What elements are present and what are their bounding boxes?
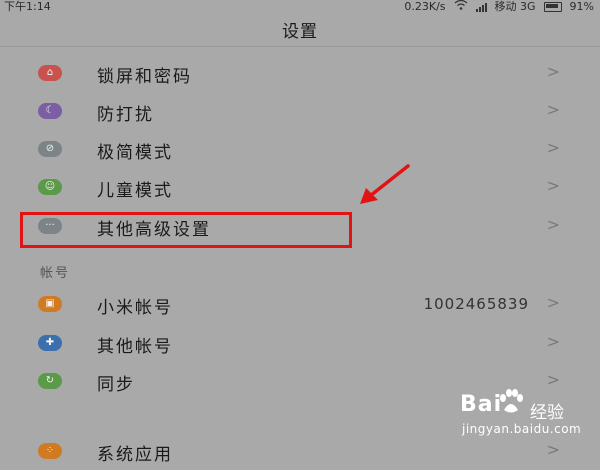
signal-icon [475, 2, 487, 12]
battery-icon [543, 2, 562, 12]
settings-row-other-accounts[interactable]: ✚ 其他帐号 > [0, 324, 600, 362]
row-label: 小米帐号 [97, 298, 173, 318]
chevron-right-icon: > [546, 176, 560, 195]
watermark-url: jingyan.baidu.com [462, 422, 582, 436]
section-header-accounts: 帐号 [40, 266, 71, 281]
minimal-mode-icon: ⊘ [38, 141, 62, 157]
row-label: 防打扰 [97, 105, 154, 125]
carrier-label: 移动 3G [494, 0, 536, 13]
moon-icon: ☾ [38, 103, 62, 119]
title-divider [0, 46, 600, 47]
mi-account-icon: ▣ [38, 296, 62, 312]
row-label: 其他帐号 [97, 337, 173, 357]
row-label: 锁屏和密码 [97, 67, 192, 87]
chevron-right-icon: > [546, 293, 560, 312]
watermark-subtitle: 经验 [530, 403, 564, 423]
page-title: 设置 [282, 22, 318, 42]
title-bar: 设置 [0, 14, 600, 46]
paw-icon [500, 389, 523, 413]
chevron-right-icon: > [546, 138, 560, 157]
row-label: 极简模式 [97, 143, 173, 163]
row-label: 儿童模式 [97, 181, 173, 201]
chevron-right-icon: > [546, 62, 560, 81]
baidu-watermark: Bai 经验 jingyan.baidu.com [460, 382, 600, 442]
other-account-icon: ✚ [38, 335, 62, 351]
chevron-right-icon: > [546, 332, 560, 351]
settings-row-minimal-mode[interactable]: ⊘ 极简模式 > [0, 130, 600, 168]
settings-row-do-not-disturb[interactable]: ☾ 防打扰 > [0, 92, 600, 130]
settings-row-mi-account[interactable]: ▣ 小米帐号 1002465839 > [0, 285, 600, 323]
chevron-right-icon: > [546, 215, 560, 234]
status-bar: 下午1:14 0.23K/s 移动 3G 91% [0, 0, 600, 14]
row-label: 系统应用 [97, 445, 173, 465]
account-id-value: 1002465839 [423, 295, 529, 313]
row-label: 同步 [97, 375, 135, 395]
system-apps-icon: ⁘ [38, 443, 62, 459]
sync-icon: ↻ [38, 373, 62, 389]
lock-icon: ⌂ [38, 65, 62, 81]
chevron-right-icon: > [546, 100, 560, 119]
status-time: 下午1:14 [4, 0, 51, 13]
status-indicators: 0.23K/s 移动 3G 91% [404, 0, 594, 14]
child-mode-icon: ☺ [38, 179, 62, 195]
battery-level: 91% [569, 0, 594, 13]
highlight-box [20, 212, 352, 248]
settings-row-lockscreen[interactable]: ⌂ 锁屏和密码 > [0, 54, 600, 92]
annotation-arrow-icon [360, 164, 410, 204]
network-speed: 0.23K/s [404, 0, 446, 13]
settings-row-child-mode[interactable]: ☺ 儿童模式 > [0, 168, 600, 206]
wifi-icon [454, 0, 468, 14]
watermark-brand: Bai [460, 392, 503, 417]
